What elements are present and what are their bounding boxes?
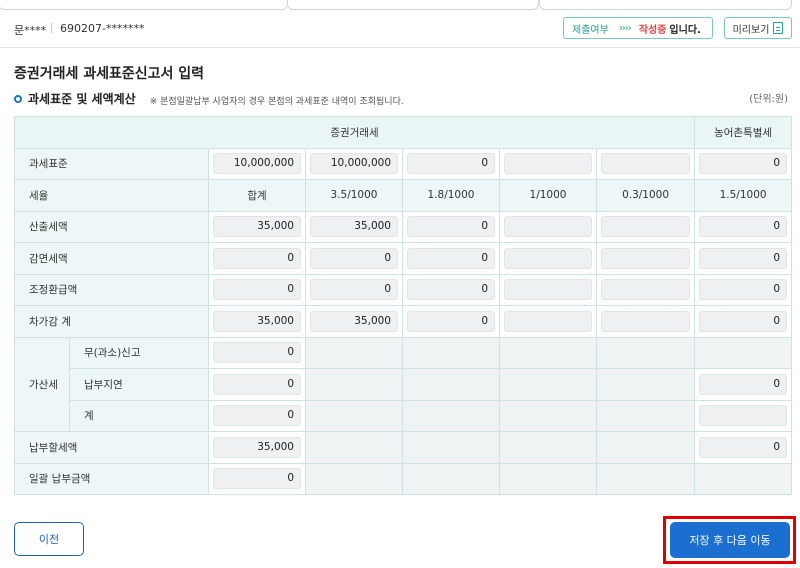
table-row-rate: 세율 합계 3.5/1000 1.8/1000 1/1000 0.3/1000 … [14,179,793,212]
net-total-1[interactable] [504,310,592,332]
calc-tax-rural[interactable]: 0 [699,216,788,238]
row-label: 감면세액 [14,242,209,275]
divider [51,23,52,33]
document-icon [773,22,784,34]
tax-calculation-table: 증권거래세 농어촌특별세 과세표준 10,000,000 10,000,000 … [13,116,793,495]
tab-2[interactable] [287,0,539,10]
row-label: 계 [69,399,209,432]
row-label: 납부할세액 [14,431,209,464]
penalty-sum-total[interactable]: 0 [213,405,301,427]
payable-total[interactable]: 35,000 [213,436,301,458]
calc-tax-total[interactable]: 35,000 [213,216,301,238]
preview-button[interactable]: 미리보기 [724,17,792,39]
row-label: 과세표준 [14,147,209,180]
penalty-late-total[interactable]: 0 [213,373,301,395]
taxpayer-info-row: 문**** 690207-******* 제출여부 ›››› 작성중 입니다. … [0,14,800,42]
table-row-payable: 납부할세액 35,000 0 [14,431,793,464]
tax-base-3.5[interactable]: 10,000,000 [310,153,398,175]
adjust-refund-total[interactable]: 0 [213,279,301,301]
net-total-rural[interactable]: 0 [699,310,788,332]
tax-base-rural[interactable]: 0 [699,153,788,175]
net-total-3.5[interactable]: 35,000 [310,310,398,332]
reduced-tax-0.3[interactable] [601,247,691,269]
tab-3[interactable] [539,0,792,10]
section-title: 과세표준 및 세액계산 [28,92,136,106]
penalty-group-label: 가산세 [14,336,70,432]
adjust-refund-rural[interactable]: 0 [699,279,788,301]
reduced-tax-rural[interactable]: 0 [699,247,788,269]
rate-0.3: 0.3/1000 [595,179,696,212]
row-label: 세율 [14,179,209,212]
rate-total: 합계 [208,179,306,212]
preview-label: 미리보기 [732,24,770,36]
rate-1: 1/1000 [499,179,597,212]
status-value: 작성중 [638,24,667,36]
lump-sum-total[interactable]: 0 [213,468,301,490]
header-rural-special-tax: 농어촌특별세 [694,116,793,149]
calc-tax-1[interactable] [504,216,592,238]
status-label: 제출여부 [572,24,609,36]
adjust-refund-1.8[interactable]: 0 [407,279,495,301]
section-header: 과세표준 및 세액계산 ※ 본점일괄납부 사업자의 경우 본점의 과세표준 내역… [14,90,404,107]
table-row-tax-base: 과세표준 10,000,000 10,000,000 0 0 [14,147,793,180]
penalty-sum-rural[interactable] [699,405,788,427]
page-title: 증권거래세 과세표준신고서 입력 [14,66,205,82]
reduced-tax-1[interactable] [504,247,592,269]
tab-1[interactable] [0,0,288,10]
header-securities-tax: 증권거래세 [13,116,696,149]
penalty-unreported-total[interactable]: 0 [213,342,301,364]
row-label: 일괄 납부금액 [14,462,209,495]
penalty-late-rural[interactable]: 0 [699,373,788,395]
reduced-tax-3.5[interactable]: 0 [310,247,398,269]
table-row-penalty-sum: 계 0 [15,399,793,432]
table-row-adjust-refund: 조정환급액 0 0 0 0 [14,273,793,306]
tax-base-total[interactable]: 10,000,000 [213,153,301,175]
tax-base-0.3[interactable] [601,153,691,175]
rate-rural: 1.5/1000 [694,179,793,212]
table-row-calc-tax: 산출세액 35,000 35,000 0 0 [14,210,793,243]
taxpayer-id: 690207-******* [60,22,145,35]
rate-1.8: 1.8/1000 [402,179,500,212]
adjust-refund-1[interactable] [504,279,592,301]
submission-status-badge: 제출여부 ›››› 작성중 입니다. [563,17,713,39]
row-label: 납부지연 [69,368,209,401]
table-row-reduced-tax: 감면세액 0 0 0 0 [14,242,793,275]
tax-base-1.8[interactable]: 0 [407,153,495,175]
row-label: 차가감 계 [14,305,209,338]
top-tabs [0,0,800,10]
unit-label: (단위:원) [749,94,788,105]
adjust-refund-0.3[interactable] [601,279,691,301]
calc-tax-3.5[interactable]: 35,000 [310,216,398,238]
reduced-tax-1.8[interactable]: 0 [407,247,495,269]
calc-tax-0.3[interactable] [601,216,691,238]
adjust-refund-3.5[interactable]: 0 [310,279,398,301]
status-suffix: 입니다. [669,24,701,36]
previous-button[interactable]: 이전 [14,522,84,556]
rate-3.5: 3.5/1000 [305,179,403,212]
save-and-next-button[interactable]: 저장 후 다음 이동 [670,522,790,558]
row-label: 조정환급액 [14,273,209,306]
tax-base-1[interactable] [504,153,592,175]
section-note: ※ 본점일괄납부 사업자의 경우 본점의 과세표준 내역이 조회됩니다. [149,97,404,107]
table-row-lump-sum: 일괄 납부금액 0 [14,462,793,495]
table-row-penalty-unreported: 가산세 무(과소)신고 0 [14,336,793,432]
payable-rural[interactable]: 0 [699,436,788,458]
net-total-1.8[interactable]: 0 [407,310,495,332]
taxpayer-name: 문**** [14,24,47,37]
table-row-net-total: 차가감 계 35,000 35,000 0 0 [14,305,793,338]
net-total-total[interactable]: 35,000 [213,310,301,332]
net-total-0.3[interactable] [601,310,691,332]
status-arrows: ›››› [618,22,632,34]
circle-bullet-icon [14,94,22,103]
divider-line [0,47,800,48]
table-header-row: 증권거래세 농어촌특별세 [13,116,793,149]
calc-tax-1.8[interactable]: 0 [407,216,495,238]
reduced-tax-total[interactable]: 0 [213,247,301,269]
row-label: 산출세액 [14,210,209,243]
row-label: 무(과소)신고 [69,336,209,369]
table-row-penalty-late: 납부지연 0 0 [15,368,793,401]
